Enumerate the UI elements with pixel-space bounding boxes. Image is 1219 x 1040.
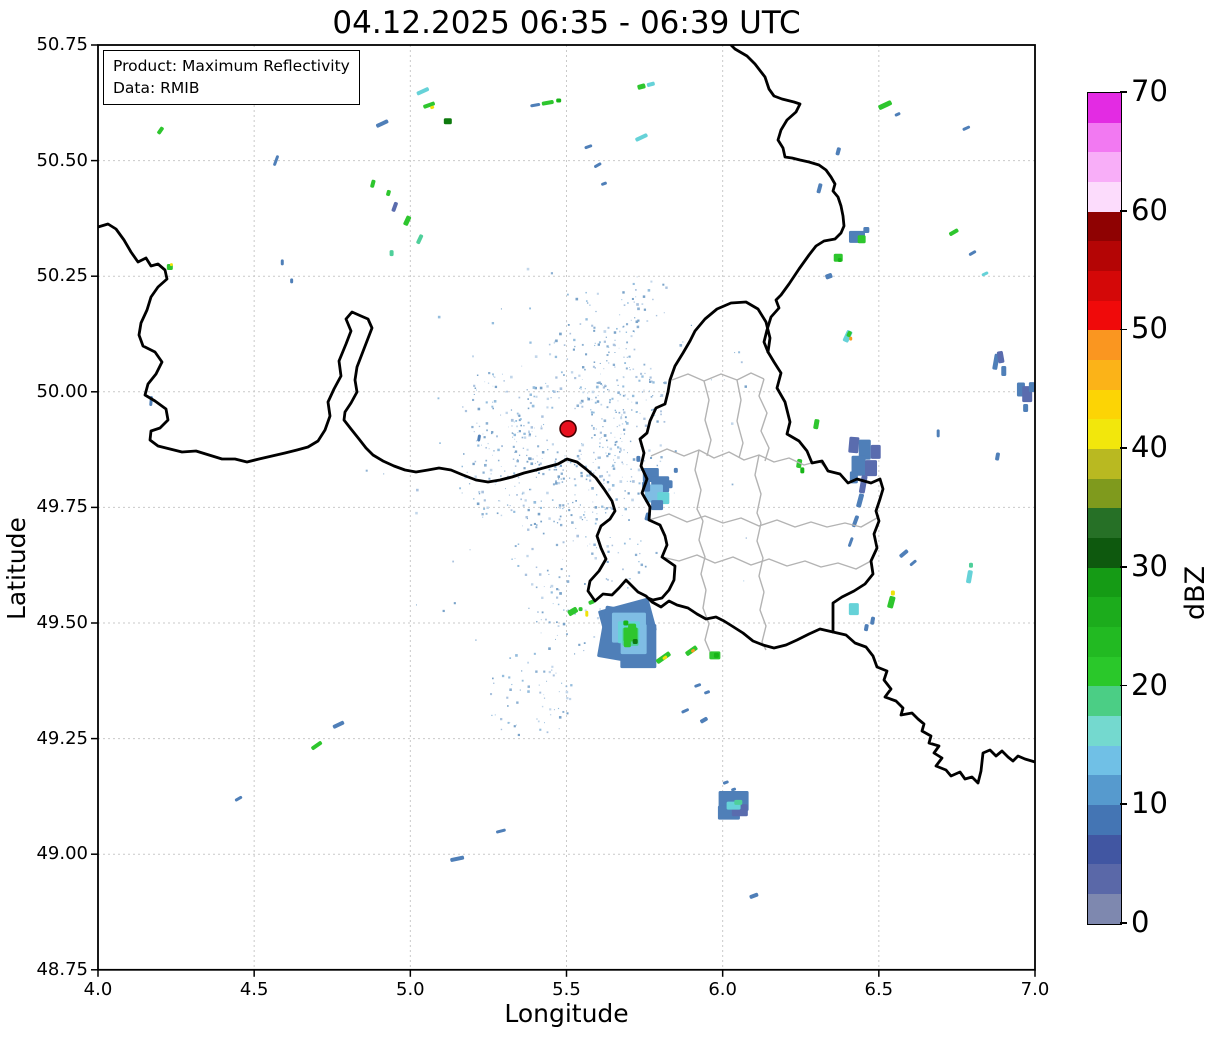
radar-site-marker: [559, 419, 577, 438]
colorbar-tick-label: 40: [1131, 430, 1168, 465]
colorbar-segment: [1088, 864, 1121, 895]
colorbar-tick-label: 60: [1131, 192, 1168, 227]
colorbar-tick: [1120, 566, 1127, 568]
colorbar-tick: [1120, 91, 1127, 93]
y-tick-label: 50.00: [36, 380, 88, 402]
colorbar-segment: [1088, 241, 1121, 272]
colorbar-segment: [1088, 182, 1121, 212]
colorbar-segment: [1088, 419, 1121, 450]
colorbar-tick-label: 30: [1131, 548, 1168, 583]
colorbar-segment: [1088, 152, 1121, 183]
colorbar-segment: [1088, 805, 1121, 835]
colorbar-segment: [1088, 300, 1121, 331]
colorbar-segment: [1088, 360, 1121, 390]
radar-echoes: [149, 81, 1035, 899]
colorbar-tick-label: 70: [1131, 74, 1168, 108]
colorbar-segment: [1088, 211, 1121, 242]
colorbar-segment: [1088, 686, 1121, 717]
y-tick-label: 48.75: [36, 958, 88, 980]
colorbar-segment: [1088, 478, 1121, 509]
colorbar-segment: [1088, 389, 1121, 420]
data-source-line: Data: RMIB: [113, 79, 200, 98]
colorbar-segment: [1088, 567, 1121, 598]
x-tick-label: 6.5: [864, 978, 894, 1000]
colorbar-label: dBZ: [1180, 565, 1211, 620]
colorbar-segment: [1088, 627, 1121, 657]
x-axis-label: Longitude: [504, 999, 629, 1028]
y-tick-label: 49.50: [36, 612, 88, 633]
colorbar-segment: [1088, 834, 1121, 865]
x-tick-label: 5.0: [396, 978, 425, 1000]
gridlines: [98, 45, 1035, 970]
colorbar-segment: [1088, 271, 1121, 301]
colorbar-segment: [1088, 775, 1121, 806]
colorbar-segment: [1088, 122, 1121, 153]
colorbar-segment: [1088, 93, 1121, 123]
colorbar-segment: [1088, 716, 1121, 746]
colorbar-tick: [1120, 922, 1127, 924]
colorbar: [1087, 92, 1122, 925]
axis-ticks: [91, 44, 1036, 977]
regional-borders: [648, 372, 878, 653]
colorbar-tick-label: 20: [1131, 667, 1168, 702]
x-tick-label: 6.0: [708, 978, 737, 1000]
colorbar-segment: [1088, 538, 1121, 568]
colorbar-segment: [1088, 330, 1121, 361]
colorbar-tick: [1120, 803, 1127, 806]
x-tick-label: 4.0: [83, 978, 113, 1000]
colorbar-tick-label: 50: [1131, 311, 1168, 346]
x-tick-label: 4.5: [239, 978, 269, 1000]
ground-clutter: [365, 267, 747, 737]
radar-reflectivity-figure: 04.12.2025 06:35 - 06:39 UTC Product: Ma…: [0, 0, 1219, 1040]
colorbar-tick-label: 0: [1131, 905, 1150, 939]
y-tick-label: 50.25: [36, 265, 88, 287]
x-tick-label: 7.0: [1020, 978, 1050, 1000]
y-tick-label: 50.50: [36, 149, 88, 171]
colorbar-tick: [1120, 684, 1127, 687]
colorbar-segment: [1088, 894, 1121, 924]
colorbar-segment: [1088, 656, 1121, 687]
product-annotation-box: Product: Maximum Reflectivity Data: RMIB: [103, 50, 360, 105]
y-tick-label: 49.75: [36, 496, 88, 518]
colorbar-tick: [1120, 328, 1127, 331]
colorbar-segment: [1088, 597, 1121, 628]
map-plot: [91, 44, 1036, 977]
colorbar-segment: [1088, 745, 1121, 776]
y-tick-label: 49.00: [36, 843, 88, 865]
colorbar-segment: [1088, 449, 1121, 479]
colorbar-tick: [1120, 209, 1127, 212]
colorbar-segment: [1088, 508, 1121, 539]
product-line: Product: Maximum Reflectivity: [113, 57, 350, 75]
y-tick-label: 50.75: [36, 34, 88, 55]
colorbar-tick: [1120, 447, 1127, 449]
x-tick-label: 5.5: [552, 978, 581, 1000]
colorbar-tick-label: 10: [1131, 786, 1168, 821]
y-tick-label: 49.25: [36, 727, 88, 749]
